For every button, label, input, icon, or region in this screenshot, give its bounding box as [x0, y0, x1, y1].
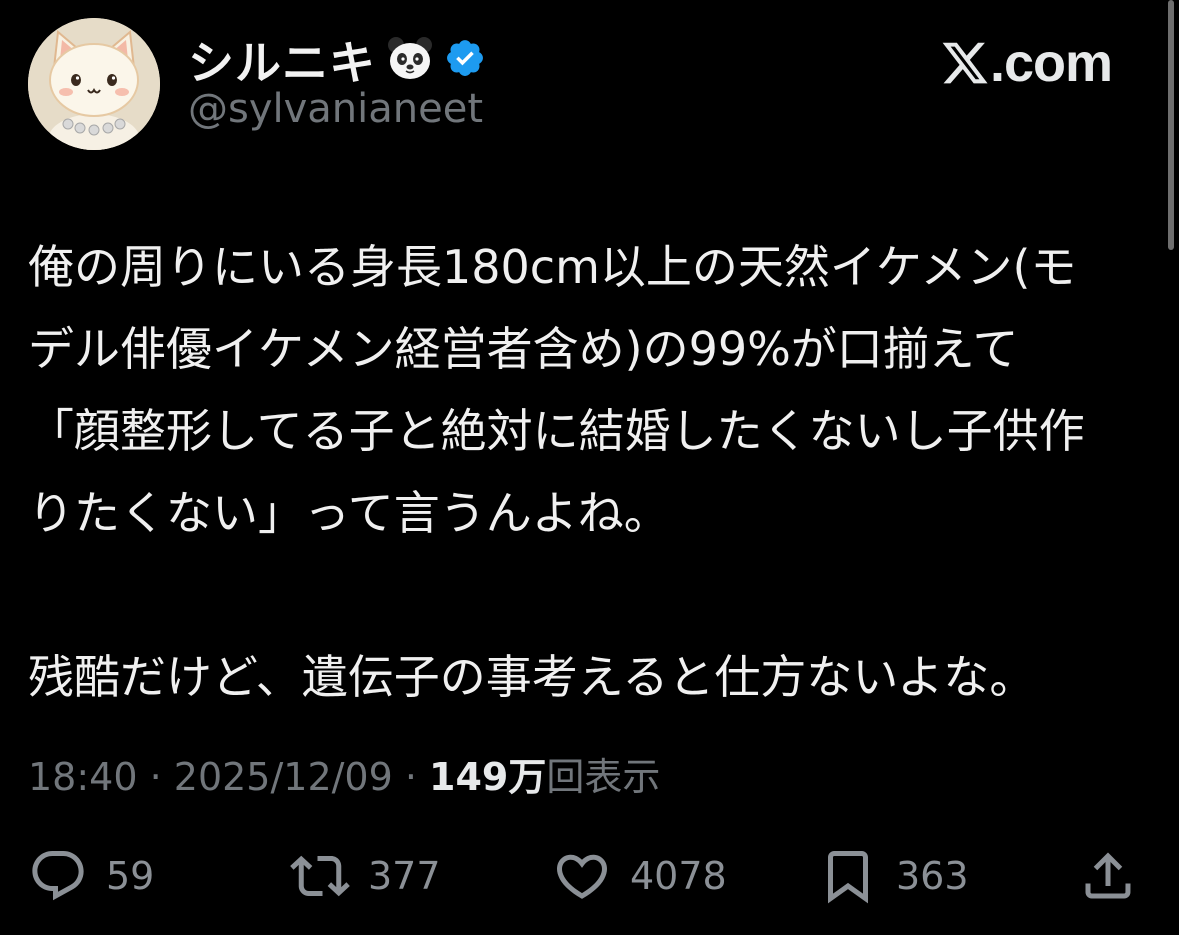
tweet-text-line: デル俳優イケメン経営者含め)の99%が口揃えて: [28, 322, 1019, 376]
x-com-logo: .com: [940, 36, 1140, 90]
action-bar: 59 377 4078 363: [28, 840, 1148, 912]
retweet-count: 377: [368, 854, 441, 898]
scrollbar[interactable]: [1168, 0, 1174, 250]
tweet-date[interactable]: 2025/12/09: [174, 755, 393, 799]
like-button[interactable]: 4078: [552, 840, 727, 912]
heart-icon: [556, 854, 608, 899]
meta-separator: ·: [392, 755, 430, 799]
retweet-button[interactable]: 377: [290, 840, 441, 912]
tweet-text-line: 残酷だけど、遺伝子の事考えると仕方ないよな。: [28, 650, 1036, 704]
bookmark-button[interactable]: 363: [818, 840, 969, 912]
share-icon: [1085, 852, 1131, 899]
user-handle[interactable]: @sylvanianeet: [188, 86, 483, 132]
tweet-text-line: 「顔整形してる子と絶対に結婚したくないし子供作: [28, 404, 1085, 458]
brand-domain-text: .com: [990, 33, 1113, 93]
tweet-text-line: 俺の周りにいる身長180cm以上の天然イケメン(モ: [28, 240, 1077, 294]
panda-face-icon: [386, 34, 434, 86]
meta-separator: ·: [137, 755, 174, 799]
views-count[interactable]: 149万: [429, 755, 546, 799]
reply-button[interactable]: 59: [28, 840, 154, 912]
author-name-row[interactable]: シルニキ: [188, 28, 486, 92]
reply-icon: [32, 851, 84, 901]
tweet-text-line: りたくない」って言うんよね。: [28, 486, 670, 540]
retweet-icon: [290, 855, 350, 897]
avatar[interactable]: [28, 18, 160, 150]
tweet-meta: 18:40 · 2025/12/09 · 149万回表示: [28, 746, 660, 801]
like-count: 4078: [630, 854, 727, 898]
bookmark-icon: [828, 851, 868, 904]
share-button[interactable]: [1078, 840, 1138, 912]
tweet-text: 俺の周りにいる身長180cm以上の天然イケメン(モ デル俳優イケメン経営者含め)…: [28, 226, 1138, 718]
x-logo-icon: [942, 42, 988, 84]
bookmark-count: 363: [896, 854, 969, 898]
views-label: 回表示: [546, 755, 661, 799]
cat-avatar-icon: [28, 18, 160, 150]
verified-badge-icon[interactable]: [444, 37, 486, 83]
display-name[interactable]: シルニキ: [188, 27, 376, 93]
tweet-time[interactable]: 18:40: [28, 755, 138, 799]
reply-count: 59: [106, 854, 155, 898]
